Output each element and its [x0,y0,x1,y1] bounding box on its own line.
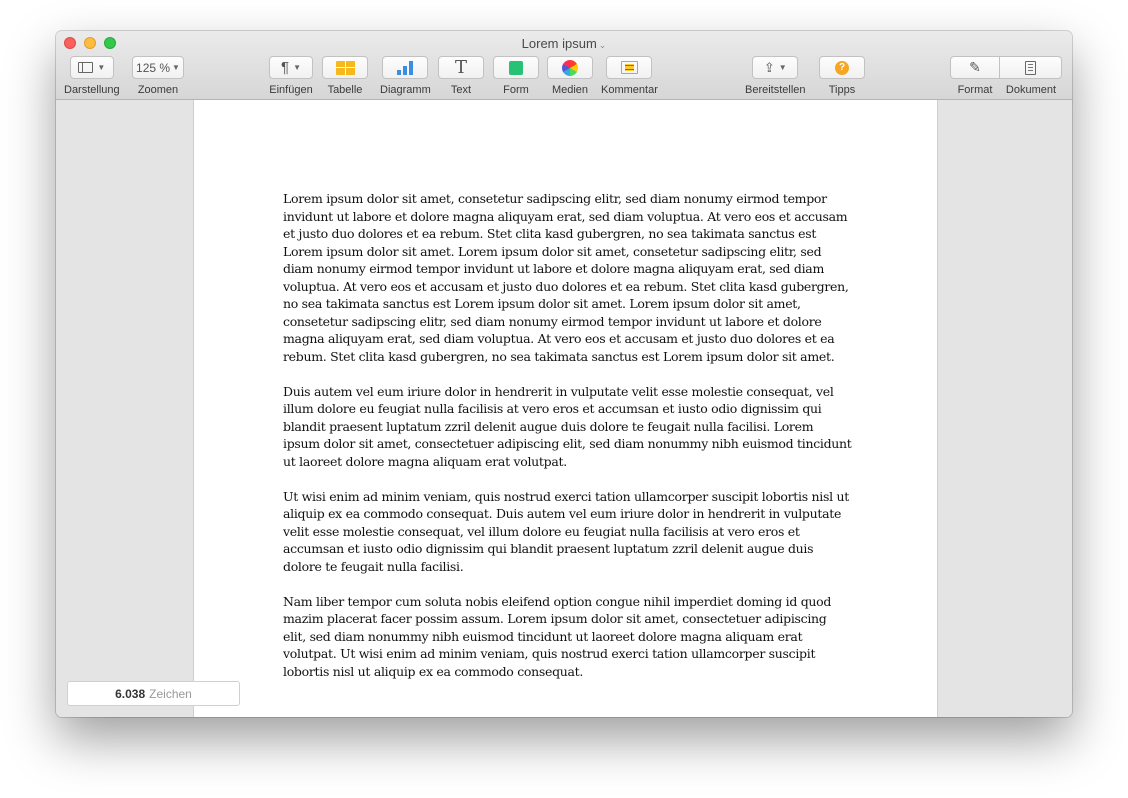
text-tool[interactable]: T Text [438,56,484,96]
paragraph-2[interactable]: Duis autem vel eum iriure dolor in hendr… [283,383,853,471]
char-count-label: Zeichen [149,686,192,701]
dokument-label: Dokument [1005,84,1057,96]
kommentar-label: Kommentar [601,84,658,96]
text-label: Text [450,84,472,96]
tipps-label: Tipps [828,84,856,96]
kommentar-tool[interactable]: Kommentar [601,56,658,96]
medien-label: Medien [551,84,589,96]
chevron-down-icon: ⌄ [598,40,607,50]
text-button[interactable]: T [438,56,484,79]
tabelle-label: Tabelle [327,84,363,96]
kommentar-button[interactable] [606,56,653,79]
media-icon [562,59,578,76]
tipps-button[interactable]: ? [819,56,865,79]
darstellung-button[interactable]: ▼ [69,56,114,79]
chevron-down-icon: ▼ [172,63,180,72]
view-icon [78,62,94,73]
bereitstellen-tool[interactable]: ⇪ ▼ Bereitstellen [745,56,806,96]
paragraph-icon: ¶ [281,59,290,76]
document-canvas[interactable]: Lorem ipsum dolor sit amet, consetetur s… [56,100,1072,717]
toolbar: Lorem ipsum ⌄ ▼ Darstellung 125 % ▼ Zoomen… [56,31,1072,100]
zoomen-label: Zoomen [137,84,179,96]
medien-button[interactable] [547,56,593,79]
dokument-tool[interactable]: Dokument [1000,56,1062,96]
shape-icon [509,60,523,75]
format-button[interactable]: ✎ [950,56,1000,79]
dokument-button[interactable] [1000,56,1062,79]
paragraph-3[interactable]: Ut wisi enim ad minim veniam, quis nostr… [283,488,853,576]
paragraph-4[interactable]: Nam liber tempor cum soluta nobis eleife… [283,593,853,681]
form-button[interactable] [493,56,539,79]
chevron-down-icon: ▼ [778,63,787,72]
tabelle-button[interactable] [322,56,368,79]
chevron-down-icon: ▼ [293,63,301,72]
einfuegen-tool[interactable]: ¶ ▼ Einfügen [269,56,313,96]
document-page[interactable]: Lorem ipsum dolor sit amet, consetetur s… [193,100,938,717]
char-count-value: 6.038 [115,686,146,701]
bereitstellen-button[interactable]: ⇪ ▼ [752,56,799,79]
document-body[interactable]: Lorem ipsum dolor sit amet, consetetur s… [283,190,853,698]
window-title[interactable]: Lorem ipsum ⌄ [56,36,1072,51]
chevron-down-icon: ▼ [97,63,106,72]
form-label: Form [503,84,529,96]
zoom-select[interactable]: 125 % ▼ [132,56,184,79]
paragraph-1[interactable]: Lorem ipsum dolor sit amet, consetetur s… [283,190,853,365]
zoom-value: 125 % [136,60,171,75]
darstellung-tool[interactable]: ▼ Darstellung [64,56,120,96]
bereitstellen-label: Bereitstellen [745,84,806,96]
document-icon [1025,60,1036,75]
format-tool[interactable]: ✎ Format [950,56,1000,96]
diagramm-label: Diagramm [380,84,431,96]
einfuegen-button[interactable]: ¶ ▼ [269,56,313,79]
comment-icon [620,61,638,74]
format-brush-icon: ✎ [969,59,981,75]
pages-window: Lorem ipsum ⌄ ▼ Darstellung 125 % ▼ Zoomen… [56,31,1072,717]
word-count-badge[interactable]: 6.038 Zeichen [67,681,240,706]
window-title-text: Lorem ipsum [521,36,597,51]
einfuegen-label: Einfügen [269,84,313,96]
form-tool[interactable]: Form [493,56,539,96]
text-icon: T [454,56,467,78]
tabelle-tool[interactable]: Tabelle [322,56,368,96]
format-label: Format [957,84,993,96]
darstellung-label: Darstellung [64,84,120,96]
medien-tool[interactable]: Medien [547,56,593,96]
share-icon: ⇪ [763,59,775,75]
tipps-tool[interactable]: ? Tipps [819,56,865,96]
tips-icon: ? [835,60,849,75]
table-icon [335,60,355,75]
diagramm-button[interactable] [382,56,429,79]
diagramm-tool[interactable]: Diagramm [380,56,431,96]
zoom-tool[interactable]: 125 % ▼ Zoomen [132,56,184,96]
chart-icon [397,60,414,75]
